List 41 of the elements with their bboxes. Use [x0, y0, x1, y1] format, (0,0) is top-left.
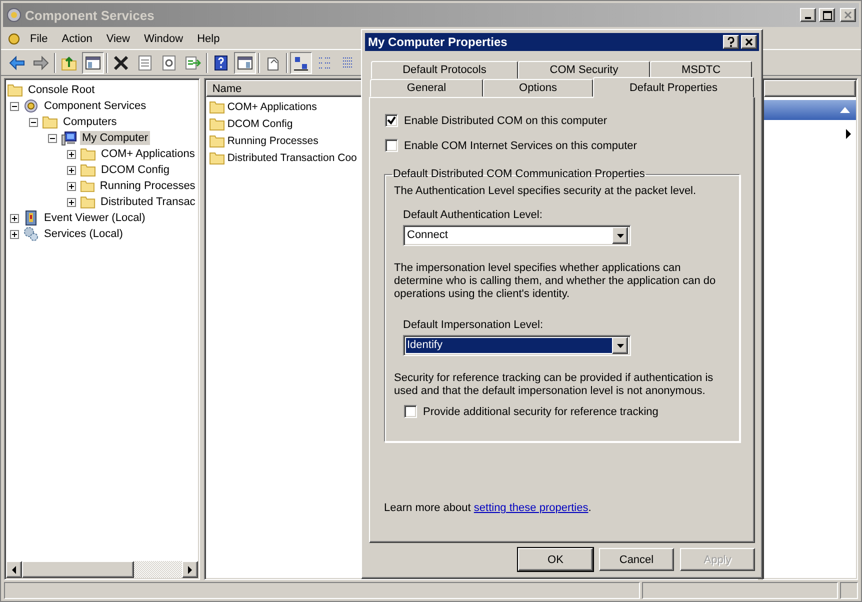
checkbox-label: Provide additional security for reference tracking [423, 406, 658, 418]
tree-item[interactable]: DCOM Config [99, 163, 172, 177]
dialog-button[interactable]: Cancel [599, 548, 674, 571]
tab[interactable]: COM Security [518, 61, 650, 79]
menu-item[interactable]: View [99, 33, 137, 45]
menu-item[interactable]: Window [136, 33, 190, 45]
tab[interactable]: Options [483, 79, 593, 97]
list-item[interactable]: Running Processes [227, 134, 318, 146]
field-label: Default Authentication Level: [403, 209, 544, 222]
tree-item[interactable]: Running Processes [98, 179, 198, 193]
tree-item[interactable]: Event Viewer (Local) [42, 211, 148, 225]
dialog-title: My Computer Properties [368, 35, 508, 49]
dialog-button[interactable]: OK [518, 548, 593, 571]
tree-item[interactable]: Computers [61, 115, 119, 129]
menu-item[interactable]: File [23, 33, 55, 45]
field-label: Default Impersonation Level: [403, 319, 544, 332]
tree-item[interactable]: COM+ Applications [99, 147, 197, 161]
list-item[interactable]: Distributed Transaction Coo [227, 152, 357, 164]
group-title: Default Distributed COM Communication Properties [392, 168, 646, 180]
menu-item[interactable]: Help [190, 33, 227, 45]
list-item[interactable]: DCOM Config [227, 118, 293, 130]
learn-more-text: Learn more about setting these properties. [384, 502, 592, 514]
menu-item[interactable]: Action [54, 33, 100, 45]
tree-item[interactable]: Distributed Transac [98, 195, 198, 209]
tree-item[interactable]: Component Services [42, 99, 148, 113]
impersonation-description: The impersonation level specifies whether applications can determine who is calling them, and whether the application can do operations using the client's identity. [394, 262, 717, 301]
tree-item[interactable]: Console Root [26, 83, 97, 97]
checkbox-label: Enable COM Internet Services on this computer [404, 140, 637, 152]
window-title: Component Services [25, 8, 156, 22]
tree-item[interactable]: My Computer [80, 131, 150, 145]
list-item[interactable]: COM+ Applications [227, 100, 317, 112]
impersonation-dropdown[interactable]: Identify [403, 335, 631, 356]
tab[interactable]: Default Protocols [371, 61, 518, 79]
authentication-dropdown[interactable]: Connect [403, 225, 631, 246]
checkbox-label: Enable Distributed COM on this computer [404, 114, 607, 126]
auth-description: The Authentication Level specifies security at the packet level. [394, 185, 698, 198]
tree-item[interactable]: Services (Local) [42, 227, 125, 241]
tab[interactable]: Default Properties [593, 77, 754, 98]
tab[interactable]: General [370, 79, 483, 97]
properties-link[interactable]: setting these properties [474, 502, 588, 514]
reference-tracking-description: Security for reference tracking can be provided if authentication is used and that the default impersonation level is not anonymous. [394, 372, 714, 398]
